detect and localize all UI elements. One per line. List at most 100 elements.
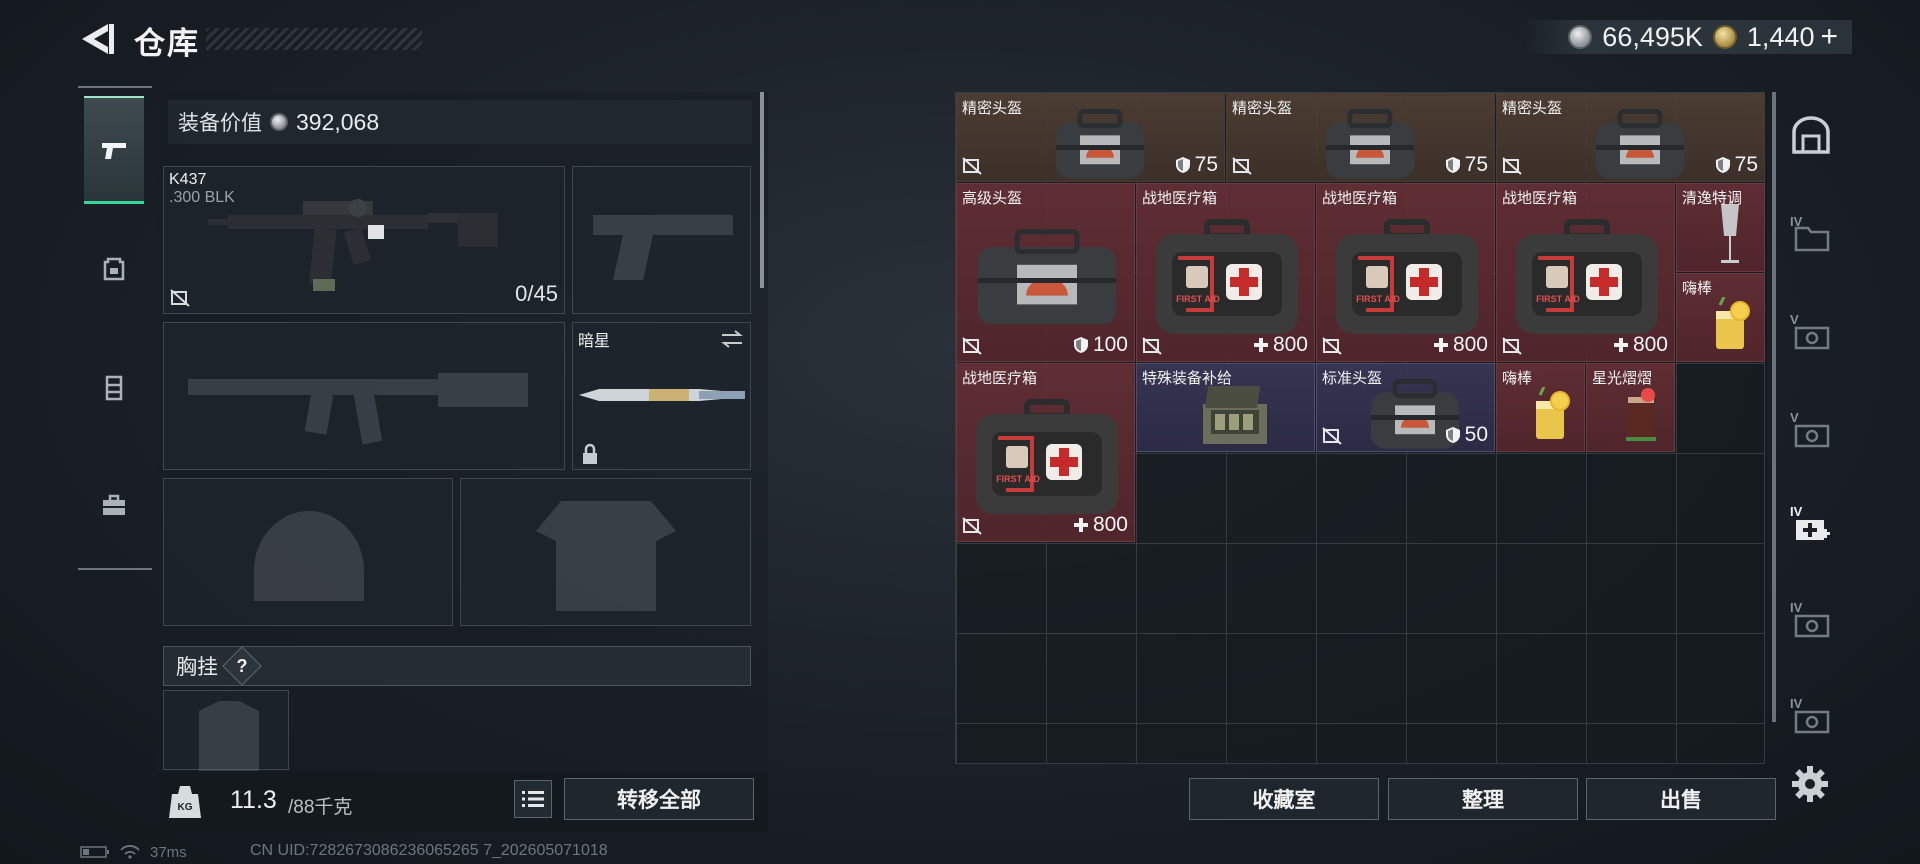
page-title: 仓库 (134, 26, 200, 61)
svg-text:FIRST AID: FIRST AID (1176, 294, 1220, 304)
swap-icon[interactable] (720, 329, 744, 349)
organize-button[interactable]: 整理 (1388, 778, 1578, 820)
knife-icon (579, 389, 745, 401)
chest-rig-help-button[interactable]: ? (222, 646, 262, 686)
wifi-icon (120, 845, 140, 859)
stash-item[interactable]: 战地医疗箱 FIRST AID 800 (1316, 183, 1495, 362)
item-stat: 50 (1445, 423, 1488, 447)
sell-button[interactable]: 出售 (1586, 778, 1776, 820)
item-stat: 800 (1433, 333, 1488, 357)
lemonade-drink-icon (1536, 387, 1570, 439)
lock-icon (583, 443, 597, 464)
add-currency-button[interactable]: + (1820, 20, 1838, 54)
stash-item[interactable]: 战地医疗箱 FIRST AID 800 (956, 363, 1135, 542)
stash-item[interactable]: 精密头盔 75 (1496, 93, 1765, 182)
item-stat-value: 100 (1092, 333, 1128, 356)
stash-page-rail: IV V V IV IV IV (1778, 92, 1842, 764)
equipment-scrollbar[interactable] (760, 92, 764, 288)
no-sell-icon (1502, 337, 1522, 355)
item-stat-value: 800 (1092, 513, 1128, 536)
melee-slot[interactable]: 暗星 (572, 322, 751, 470)
armor-slot[interactable] (460, 478, 751, 626)
no-sell-icon (1232, 157, 1252, 175)
heal-plus-icon (1073, 518, 1088, 532)
item-name: 精密头盔 (1502, 100, 1563, 117)
first-aid-kit-icon: FIRST AID (976, 399, 1118, 514)
heal-plus-icon (1253, 338, 1268, 352)
stash-item[interactable]: 高级头盔 100 (956, 183, 1135, 362)
chest-rig-slot[interactable] (163, 690, 289, 771)
secondary-weapon-slot[interactable] (163, 322, 565, 470)
silver-coin-icon (1568, 25, 1593, 49)
item-stat-value: 75 (1194, 153, 1218, 176)
helmet-slot[interactable] (163, 478, 453, 626)
item-stat: 75 (1445, 153, 1488, 177)
pistol-icon (102, 142, 126, 159)
helmet-silhouette-icon (254, 511, 364, 601)
armor-shield-icon (1175, 157, 1190, 173)
stash-item[interactable]: 嗨棒 (1676, 273, 1765, 362)
item-stat-value: 75 (1464, 153, 1488, 176)
nav-backpack[interactable] (84, 214, 144, 322)
stash-page-tab[interactable]: V (1790, 312, 1832, 352)
primary-weapon-slot[interactable]: K437 .300 BLK 0/45 (163, 166, 565, 314)
stash-item[interactable]: 战地医疗箱 FIRST AID 800 (1496, 183, 1675, 362)
supply-crate-icon (1203, 386, 1267, 444)
list-view-button[interactable] (514, 780, 552, 818)
transfer-all-button[interactable]: 转移全部 (564, 778, 754, 820)
item-stat-value: 800 (1632, 333, 1668, 356)
item-name: 精密头盔 (962, 100, 1023, 117)
stash-item[interactable]: 精密头盔 75 (1226, 93, 1495, 182)
armor-shield-icon (1445, 157, 1460, 173)
medical-kit-icon (1796, 520, 1830, 540)
item-name: 嗨棒 (1682, 280, 1713, 297)
stash-page-tab[interactable]: IV (1790, 696, 1832, 736)
back-arrow-icon (82, 24, 114, 54)
battery-icon (80, 846, 109, 858)
collection-room-button[interactable]: 收藏室 (1189, 778, 1379, 820)
item-name: 标准头盔 (1322, 370, 1383, 387)
back-button[interactable] (78, 20, 118, 58)
stash-page-tab[interactable]: IV (1790, 600, 1832, 640)
stash-scrollbar[interactable] (1772, 92, 1776, 722)
no-sell-icon (1142, 337, 1162, 355)
stash-item[interactable]: 精密头盔 75 (956, 93, 1225, 182)
stash-item[interactable]: 嗨棒 (1496, 363, 1585, 452)
sidearm-slot[interactable] (572, 166, 751, 314)
helmet-bag-icon (1056, 108, 1144, 179)
item-stat-value: 800 (1272, 333, 1308, 356)
settings-gear-icon[interactable] (1790, 764, 1830, 804)
stash-page-tab[interactable]: IV (1790, 214, 1832, 254)
equipment-value-label: 装备价值 (178, 112, 262, 135)
stash-item[interactable]: 标准头盔 50 (1316, 363, 1495, 452)
stash-page-tab-active[interactable]: IV (1790, 504, 1832, 544)
ammo-box-icon (1794, 326, 1830, 350)
chest-rig-header: 胸挂 ? (163, 646, 751, 686)
first-aid-kit-icon: FIRST AID (1336, 219, 1478, 334)
cola-drink-icon (1626, 388, 1656, 441)
backpack-icon (103, 257, 125, 281)
gold-currency-value: 1,440 (1746, 21, 1815, 52)
ammo-box-icon (1794, 424, 1830, 448)
no-sell-icon (962, 337, 982, 355)
stash-item[interactable]: 战地医疗箱 FIRST AID 800 (1136, 183, 1315, 362)
weight-max: /88千克 (288, 797, 353, 818)
svg-text:FIRST AID: FIRST AID (1356, 294, 1400, 304)
svg-text:KG: KG (178, 802, 193, 813)
item-stat: 800 (1253, 333, 1308, 357)
stash-page-tab[interactable]: V (1790, 410, 1832, 450)
stash-item[interactable]: 清逸特调 (1676, 183, 1765, 272)
cocktail-glass-icon (1721, 204, 1739, 263)
stash-item[interactable]: 星光熠熠 (1586, 363, 1675, 452)
title-decoration (206, 28, 422, 50)
chest-rig-silhouette-icon (199, 701, 259, 771)
item-stat-value: 50 (1464, 423, 1488, 446)
no-sell-icon (1502, 157, 1522, 175)
nav-weapons[interactable] (84, 96, 144, 204)
item-name: 高级头盔 (962, 190, 1023, 207)
stash-item[interactable]: 特殊装备补给 (1136, 363, 1315, 452)
nav-vest[interactable] (84, 334, 144, 442)
nav-case[interactable] (84, 452, 144, 560)
item-name: 清逸特调 (1682, 190, 1743, 207)
helmet-bag-icon (1596, 108, 1684, 179)
